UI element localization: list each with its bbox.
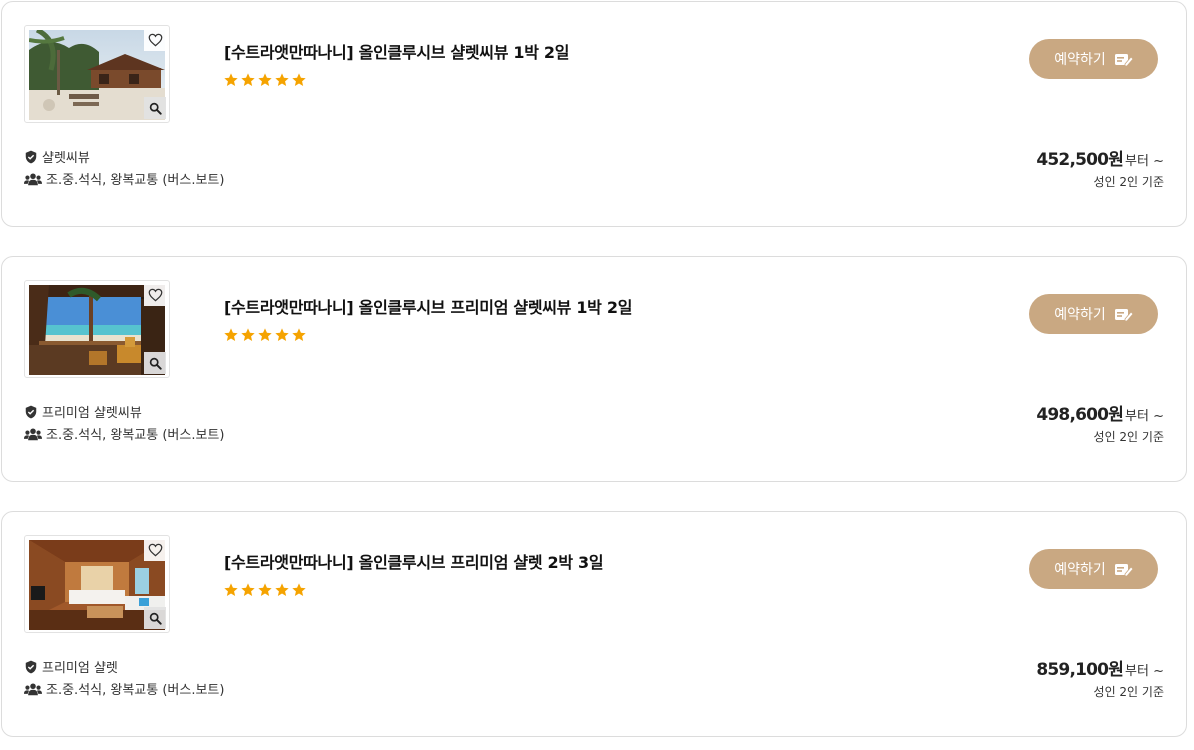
rating-stars bbox=[223, 72, 307, 88]
price-basis: 성인 2인 기준 bbox=[1093, 685, 1164, 699]
product-card: [수트라앳만따나니] 올인클루시브 샬렛씨뷰 1박 2일 예약하기 샬렛씨뷰 조… bbox=[1, 1, 1187, 227]
star-icon bbox=[224, 328, 238, 341]
star-icon bbox=[241, 328, 255, 341]
product-title[interactable]: [수트라앳만따나니] 올인클루시브 프리미엄 샬렛 2박 3일 bbox=[224, 549, 604, 573]
inclusions-row: 조.중.석식, 왕복교통 (버스.보트) bbox=[24, 679, 224, 698]
star-icon bbox=[241, 73, 255, 86]
star-icon bbox=[241, 583, 255, 596]
inclusions-row: 조.중.석식, 왕복교통 (버스.보트) bbox=[24, 424, 224, 443]
rating-stars bbox=[223, 327, 307, 343]
product-title[interactable]: [수트라앳만따나니] 올인클루시브 샬렛씨뷰 1박 2일 bbox=[224, 39, 569, 63]
inclusions-text: 조.중.석식, 왕복교통 (버스.보트) bbox=[46, 683, 225, 698]
users-group-icon bbox=[24, 682, 42, 695]
price-suffix: 부터 ~ bbox=[1125, 409, 1164, 424]
zoom-magnifier-icon[interactable] bbox=[144, 607, 166, 629]
star-icon bbox=[224, 583, 238, 596]
users-group-icon bbox=[24, 427, 42, 440]
room-type-row: 프리미엄 샬렛 bbox=[24, 657, 118, 676]
wishlist-heart-icon[interactable] bbox=[144, 284, 166, 306]
price-block: 498,600원 부터 ~ 성인 2인 기준 bbox=[1036, 400, 1164, 445]
product-thumbnail[interactable] bbox=[24, 535, 170, 633]
reservation-pencil-icon bbox=[1114, 563, 1133, 576]
shield-check-icon bbox=[25, 150, 37, 163]
users-group-icon bbox=[24, 172, 42, 185]
product-card: [수트라앳만따나니] 올인클루시브 프리미엄 샬렛씨뷰 1박 2일 예약하기 프… bbox=[1, 256, 1187, 482]
book-button[interactable]: 예약하기 bbox=[1029, 549, 1158, 589]
room-type-row: 샬렛씨뷰 bbox=[24, 147, 90, 166]
star-icon bbox=[275, 583, 289, 596]
price-basis: 성인 2인 기준 bbox=[1093, 430, 1164, 444]
reservation-pencil-icon bbox=[1114, 308, 1133, 321]
product-card: [수트라앳만따나니] 올인클루시브 프리미엄 샬렛 2박 3일 예약하기 프리미… bbox=[1, 511, 1187, 737]
price-suffix: 부터 ~ bbox=[1125, 664, 1164, 679]
price-amount: 452,500원 bbox=[1036, 150, 1124, 170]
price-suffix: 부터 ~ bbox=[1125, 154, 1164, 169]
book-button-label: 예약하기 bbox=[1054, 562, 1106, 578]
shield-check-icon bbox=[25, 405, 37, 418]
star-icon bbox=[292, 328, 306, 341]
rating-stars bbox=[223, 582, 307, 598]
price-amount: 498,600원 bbox=[1036, 405, 1124, 425]
room-type-row: 프리미엄 샬렛씨뷰 bbox=[24, 402, 142, 421]
price-block: 859,100원 부터 ~ 성인 2인 기준 bbox=[1036, 655, 1164, 700]
room-type: 샬렛씨뷰 bbox=[42, 151, 90, 166]
price-block: 452,500원 부터 ~ 성인 2인 기준 bbox=[1036, 145, 1164, 190]
inclusions-row: 조.중.석식, 왕복교통 (버스.보트) bbox=[24, 169, 224, 188]
product-title[interactable]: [수트라앳만따나니] 올인클루시브 프리미엄 샬렛씨뷰 1박 2일 bbox=[224, 294, 632, 318]
inclusions-text: 조.중.석식, 왕복교통 (버스.보트) bbox=[46, 173, 225, 188]
book-button[interactable]: 예약하기 bbox=[1029, 39, 1158, 79]
product-thumbnail[interactable] bbox=[24, 25, 170, 123]
star-icon bbox=[275, 328, 289, 341]
shield-check-icon bbox=[25, 660, 37, 673]
star-icon bbox=[275, 73, 289, 86]
star-icon bbox=[224, 73, 238, 86]
zoom-magnifier-icon[interactable] bbox=[144, 352, 166, 374]
book-button-label: 예약하기 bbox=[1054, 52, 1106, 68]
star-icon bbox=[258, 73, 272, 86]
book-button[interactable]: 예약하기 bbox=[1029, 294, 1158, 334]
wishlist-heart-icon[interactable] bbox=[144, 29, 166, 51]
inclusions-text: 조.중.석식, 왕복교통 (버스.보트) bbox=[46, 428, 225, 443]
reservation-pencil-icon bbox=[1114, 53, 1133, 66]
star-icon bbox=[292, 583, 306, 596]
book-button-label: 예약하기 bbox=[1054, 307, 1106, 323]
wishlist-heart-icon[interactable] bbox=[144, 539, 166, 561]
star-icon bbox=[258, 328, 272, 341]
star-icon bbox=[292, 73, 306, 86]
star-icon bbox=[258, 583, 272, 596]
room-type: 프리미엄 샬렛 bbox=[42, 661, 118, 676]
product-thumbnail[interactable] bbox=[24, 280, 170, 378]
zoom-magnifier-icon[interactable] bbox=[144, 97, 166, 119]
price-basis: 성인 2인 기준 bbox=[1093, 175, 1164, 189]
room-type: 프리미엄 샬렛씨뷰 bbox=[42, 406, 142, 421]
price-amount: 859,100원 bbox=[1036, 660, 1124, 680]
